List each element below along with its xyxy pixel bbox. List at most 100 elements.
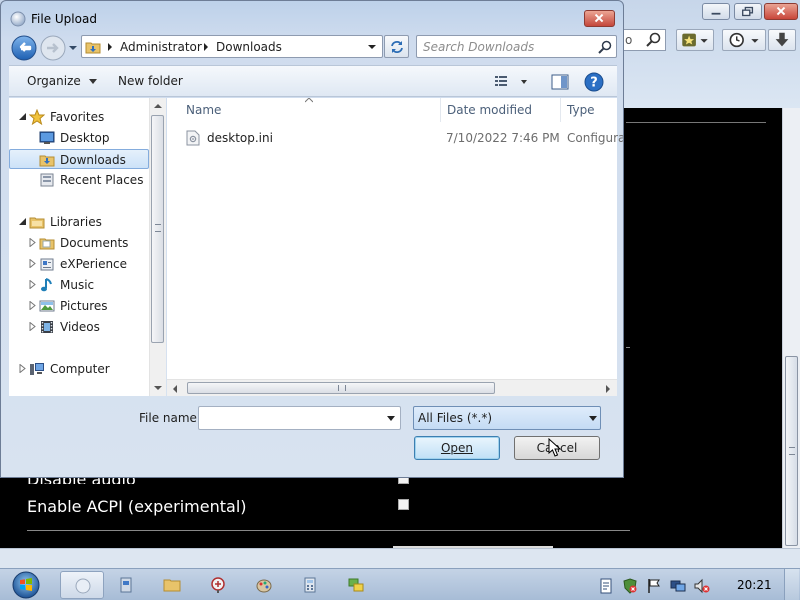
browser-vertical-scrollbar[interactable]: [782, 108, 800, 548]
dialog-close-button[interactable]: [584, 10, 615, 27]
nav-item-music[interactable]: Music: [9, 275, 149, 295]
search-box[interactable]: [416, 35, 617, 58]
collapsed-arrow-icon[interactable]: [29, 322, 37, 331]
flag-icon[interactable]: [646, 578, 662, 594]
taskbar-app-2[interactable]: [104, 571, 148, 599]
collapsed-arrow-icon[interactable]: [29, 301, 37, 310]
bookmarks-button[interactable]: [676, 29, 714, 51]
recent-places-icon: [40, 173, 54, 187]
search-icon[interactable]: [645, 31, 663, 49]
open-button[interactable]: Open: [414, 436, 500, 460]
computer-icon: [30, 363, 44, 375]
column-divider[interactable]: [560, 98, 561, 122]
refresh-button[interactable]: [384, 35, 409, 58]
nav-item-desktop[interactable]: Desktop: [9, 128, 149, 148]
scroll-up-arrow-icon[interactable]: [154, 103, 162, 109]
navigation-pane-scrollbar[interactable]: [149, 98, 166, 396]
history-button[interactable]: [722, 29, 766, 51]
collapsed-arrow-icon[interactable]: [19, 364, 27, 373]
show-desktop-button[interactable]: [784, 569, 799, 600]
browser-restore-button[interactable]: [734, 3, 762, 20]
taskbar-app-calculator[interactable]: [288, 571, 332, 599]
preview-pane-button[interactable]: [551, 73, 569, 91]
collapsed-arrow-icon[interactable]: [29, 238, 37, 247]
collapsed-arrow-icon[interactable]: [29, 280, 37, 289]
scroll-down-arrow-icon[interactable]: [154, 385, 162, 391]
nav-item-downloads[interactable]: Downloads: [9, 149, 149, 169]
music-icon: [41, 278, 52, 292]
browser-minimize-button[interactable]: [702, 3, 730, 20]
command-bar: Organize New folder ?: [9, 65, 617, 97]
nav-item-recent-places[interactable]: Recent Places: [9, 170, 149, 190]
search-icon[interactable]: [597, 39, 613, 55]
browser-address-bar[interactable]: o: [620, 29, 666, 51]
scrollbar-thumb[interactable]: [151, 115, 164, 343]
scroll-right-arrow-icon[interactable]: [605, 385, 611, 393]
file-type-select[interactable]: All Files (*.*): [413, 406, 601, 430]
file-date-modified: 7/10/2022 7:46 PM: [446, 131, 560, 145]
desktop-icon: [39, 131, 55, 144]
column-header-name[interactable]: Name: [186, 103, 221, 117]
column-header-type[interactable]: Type: [567, 103, 595, 117]
help-icon[interactable]: ?: [584, 72, 604, 92]
file-name-combobox[interactable]: [198, 406, 401, 430]
tray-clock[interactable]: 20:21: [737, 578, 772, 592]
downloads-button[interactable]: [768, 29, 796, 51]
breadcrumb-item[interactable]: Downloads: [216, 40, 282, 54]
nav-item-libraries[interactable]: Libraries: [9, 212, 149, 232]
search-input[interactable]: [419, 38, 593, 55]
breadcrumb-item[interactable]: Administrator: [120, 40, 202, 54]
nav-item-pictures[interactable]: Pictures: [9, 296, 149, 316]
back-button[interactable]: [11, 35, 37, 61]
new-folder-button[interactable]: New folder: [118, 74, 183, 88]
organize-label: Organize: [27, 74, 81, 88]
recent-pages-chevron-icon[interactable]: [67, 43, 79, 53]
scroll-left-arrow-icon[interactable]: [172, 385, 178, 393]
nav-item-favorites[interactable]: Favorites: [9, 107, 149, 127]
address-bar[interactable]: Administrator Downloads: [81, 35, 383, 58]
file-name-input[interactable]: [201, 409, 381, 427]
nav-item-computer[interactable]: Computer: [9, 359, 149, 379]
organize-button[interactable]: Organize: [27, 74, 97, 88]
chevron-down-icon[interactable]: [366, 42, 378, 52]
taskbar-app-folder[interactable]: [150, 571, 194, 599]
collapsed-arrow-icon[interactable]: [29, 259, 37, 268]
file-type: Configura: [567, 131, 624, 145]
chevron-right-icon[interactable]: [106, 42, 114, 52]
taskbar-app-paint[interactable]: [242, 571, 286, 599]
expanded-arrow-icon[interactable]: [19, 217, 27, 226]
scrollbar-thumb[interactable]: [785, 356, 798, 546]
divider: [626, 122, 766, 123]
nav-item-videos[interactable]: Videos: [9, 317, 149, 337]
enable-acpi-checkbox[interactable]: [398, 499, 409, 510]
taskbar: 20:21: [0, 568, 800, 600]
minimize-icon: [711, 12, 721, 15]
taskbar-app-7[interactable]: [334, 571, 378, 599]
chevron-right-icon[interactable]: [202, 42, 210, 52]
column-header-date-modified[interactable]: Date modified: [447, 103, 532, 117]
nav-item-label: Videos: [60, 320, 100, 334]
divider: [27, 530, 630, 531]
change-view-button[interactable]: [495, 73, 531, 91]
browser-close-button[interactable]: [764, 3, 798, 20]
chevron-down-icon[interactable]: [387, 416, 395, 421]
volume-muted-icon[interactable]: [694, 578, 710, 594]
scrollbar-thumb[interactable]: [187, 382, 495, 394]
start-button[interactable]: [6, 570, 46, 600]
nav-item-label: Documents: [60, 236, 129, 250]
file-list-horizontal-scrollbar[interactable]: [167, 379, 617, 396]
network-icon[interactable]: [670, 578, 686, 594]
file-row[interactable]: desktop.ini 7/10/2022 7:46 PM Configura: [181, 128, 623, 148]
folder-app-icon: [163, 579, 181, 592]
taskbar-app-dialog[interactable]: [60, 571, 104, 599]
nav-item-documents[interactable]: Documents: [9, 233, 149, 253]
expanded-arrow-icon[interactable]: [19, 112, 27, 121]
nav-item-experience[interactable]: eXPerience: [9, 254, 149, 274]
column-divider[interactable]: [440, 98, 441, 122]
taskbar-app-4[interactable]: [196, 571, 240, 599]
tray-security-icon[interactable]: [622, 578, 638, 594]
forward-button[interactable]: [40, 35, 66, 61]
tray-document-icon[interactable]: [598, 578, 614, 594]
calculator-app-icon: [304, 577, 316, 593]
pictures-icon: [39, 300, 55, 312]
